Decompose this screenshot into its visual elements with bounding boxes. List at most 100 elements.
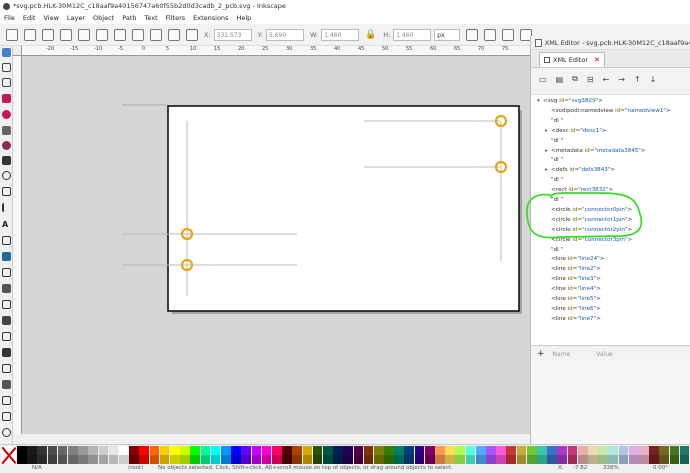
- color-swatch-shade[interactable]: [669, 455, 680, 464]
- color-swatch-shade[interactable]: [445, 455, 455, 464]
- color-swatch[interactable]: [475, 446, 486, 455]
- star-tool-icon[interactable]: [2, 171, 11, 180]
- color-swatch-shade[interactable]: [200, 455, 211, 464]
- color-swatch[interactable]: [169, 446, 180, 455]
- color-swatch[interactable]: [149, 446, 160, 455]
- color-swatch-shade[interactable]: [486, 455, 496, 464]
- node-tool-icon[interactable]: [2, 63, 11, 72]
- close-icon[interactable]: ✕: [594, 56, 600, 64]
- color-swatch[interactable]: [435, 446, 445, 455]
- lpe-tool-icon[interactable]: [2, 396, 11, 405]
- raise-top-icon[interactable]: [186, 28, 198, 41]
- color-swatch-shade[interactable]: [251, 455, 262, 464]
- dropper-tool-icon[interactable]: [2, 268, 11, 277]
- xml-node-row[interactable]: "dl ": [545, 246, 563, 255]
- color-swatch-shade[interactable]: [618, 455, 629, 464]
- xml-node-row[interactable]: "dl ": [545, 117, 563, 126]
- zoom-tool-icon[interactable]: [2, 94, 11, 103]
- indent-icon[interactable]: →: [618, 75, 625, 84]
- color-swatch[interactable]: [639, 446, 649, 455]
- color-swatch-shade[interactable]: [220, 455, 231, 464]
- color-swatch-shade[interactable]: [282, 455, 292, 464]
- color-swatch[interactable]: [67, 446, 78, 455]
- color-swatch-shade[interactable]: [516, 455, 527, 464]
- color-swatch[interactable]: [322, 446, 333, 455]
- measure-tool-icon[interactable]: [2, 110, 11, 119]
- layer-selector[interactable]: (root): [128, 465, 143, 471]
- color-swatch[interactable]: [424, 446, 435, 455]
- color-swatch-shade[interactable]: [353, 455, 364, 464]
- zoom-value[interactable]: 338%: [603, 465, 619, 471]
- color-swatch[interactable]: [261, 446, 272, 455]
- color-swatch-shade[interactable]: [608, 455, 619, 464]
- color-swatch[interactable]: [649, 446, 659, 455]
- color-swatch-shade[interactable]: [598, 455, 608, 464]
- tweak-tool-icon[interactable]: [2, 78, 11, 87]
- xml-node-row[interactable]: "dl ": [545, 156, 563, 165]
- color-swatch-shade[interactable]: [475, 455, 486, 464]
- color-swatch[interactable]: [37, 446, 48, 455]
- menu-text[interactable]: Text: [145, 14, 158, 22]
- gradient-tool-icon[interactable]: [2, 236, 11, 245]
- new-text-node-icon[interactable]: ▤: [556, 75, 564, 84]
- color-swatch[interactable]: [557, 446, 568, 455]
- menu-object[interactable]: Object: [93, 14, 114, 22]
- color-swatch-shade[interactable]: [118, 455, 129, 464]
- select-all-layers-icon[interactable]: [24, 28, 36, 41]
- color-swatch-shade[interactable]: [210, 455, 221, 464]
- color-swatch[interactable]: [486, 446, 496, 455]
- color-swatch-shade[interactable]: [27, 455, 37, 464]
- flip-horizontal-icon[interactable]: [96, 28, 108, 41]
- 3dbox-tool-icon[interactable]: [2, 141, 11, 150]
- w-field[interactable]: 1.460: [321, 28, 360, 41]
- new-element-node-icon[interactable]: ▭: [539, 75, 547, 84]
- xml-node-row[interactable]: <circle id="connector3pin">: [545, 236, 632, 245]
- color-swatch[interactable]: [588, 446, 598, 455]
- color-swatch-shade[interactable]: [67, 455, 78, 464]
- color-swatch-shade[interactable]: [394, 455, 404, 464]
- scale-stroke-icon[interactable]: [466, 28, 479, 41]
- xml-node-row[interactable]: <line id="line24">: [545, 255, 604, 264]
- color-swatch-shade[interactable]: [190, 455, 201, 464]
- color-swatch-shade[interactable]: [271, 455, 282, 464]
- color-swatch-shade[interactable]: [557, 455, 568, 464]
- menu-edit[interactable]: Edit: [23, 14, 36, 22]
- color-swatch[interactable]: [404, 446, 415, 455]
- tab-xml-editor[interactable]: XML Editor ✕: [539, 52, 605, 67]
- color-swatch[interactable]: [343, 446, 353, 455]
- duplicate-node-icon[interactable]: ⧉: [572, 74, 578, 84]
- menu-extensions[interactable]: Extensions: [193, 14, 228, 22]
- no-paint-swatch[interactable]: [1, 446, 16, 464]
- color-swatch-shade[interactable]: [98, 455, 109, 464]
- lower-bottom-icon[interactable]: [132, 28, 144, 41]
- raise-icon[interactable]: [168, 28, 180, 41]
- deselect-icon[interactable]: [42, 28, 54, 41]
- color-swatch[interactable]: [241, 446, 252, 455]
- color-swatch-shade[interactable]: [506, 455, 517, 464]
- xml-node-row[interactable]: <circle id="connector0pin">: [545, 206, 632, 215]
- lower-icon[interactable]: [150, 28, 162, 41]
- attributes-panel[interactable]: [531, 360, 690, 444]
- spiral-tool-icon[interactable]: [2, 187, 11, 196]
- color-swatch[interactable]: [659, 446, 670, 455]
- color-swatch[interactable]: [547, 446, 557, 455]
- color-swatch[interactable]: [384, 446, 394, 455]
- color-swatch-shade[interactable]: [149, 455, 160, 464]
- unindent-icon[interactable]: ←: [603, 75, 610, 84]
- color-swatch-shade[interactable]: [261, 455, 272, 464]
- delete-node-icon[interactable]: ⊟: [587, 75, 594, 84]
- color-swatch[interactable]: [180, 446, 190, 455]
- color-swatch[interactable]: [465, 446, 476, 455]
- selector-tool-icon[interactable]: [2, 48, 11, 57]
- select-all-icon[interactable]: [6, 28, 18, 41]
- xml-node-row[interactable]: "dl ": [545, 196, 563, 205]
- color-swatch-shade[interactable]: [414, 455, 425, 464]
- color-swatch-shade[interactable]: [567, 455, 578, 464]
- color-swatch-shade[interactable]: [180, 455, 190, 464]
- color-swatch-shade[interactable]: [169, 455, 180, 464]
- color-swatch-shade[interactable]: [577, 455, 588, 464]
- menu-layer[interactable]: Layer: [67, 14, 85, 22]
- color-swatch[interactable]: [88, 446, 99, 455]
- color-swatch-shade[interactable]: [424, 455, 435, 464]
- color-swatch[interactable]: [292, 446, 302, 455]
